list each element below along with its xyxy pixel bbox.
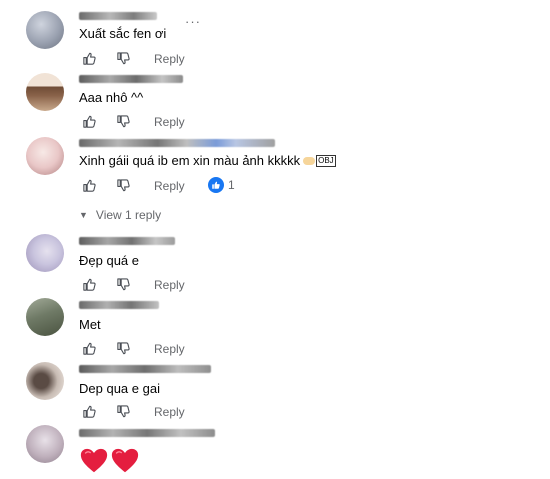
comment-actions: [79, 339, 133, 357]
avatar[interactable]: [26, 362, 64, 400]
avatar[interactable]: [26, 137, 64, 175]
reaction-number: 1: [228, 178, 235, 192]
comment-actions: [79, 49, 133, 67]
comment-actions: [79, 275, 133, 293]
comment-text: Aaa nhô ^^: [79, 90, 144, 105]
thumbs-down-icon[interactable]: [113, 49, 133, 67]
comment-actions: [79, 402, 133, 420]
comment-text: Xuất sắc fen ơi: [79, 26, 167, 41]
comment-text: Xinh gáii quá ib em xin màu ảnh kkkkk OBJ: [79, 153, 336, 168]
like-reaction-icon: [208, 177, 224, 193]
reply-button[interactable]: Reply: [154, 115, 185, 129]
comment-text: Met: [79, 317, 101, 332]
more-options-button[interactable]: ···: [185, 14, 201, 29]
thumbs-up-icon[interactable]: [79, 275, 99, 293]
thumbs-up-icon[interactable]: [79, 339, 99, 357]
thumbs-down-icon[interactable]: [113, 112, 133, 130]
comment-text-body: Xinh gáii quá ib em xin màu ảnh kkkkk: [79, 153, 301, 168]
comment-text: [79, 446, 140, 479]
chevron-down-icon: ▼: [79, 210, 88, 220]
view-replies-label: View 1 reply: [95, 208, 162, 222]
reply-button[interactable]: Reply: [154, 278, 185, 292]
author-name-blurred[interactable]: [79, 12, 157, 20]
comment-actions: [79, 112, 133, 130]
thumbs-down-icon[interactable]: [113, 275, 133, 293]
avatar[interactable]: [26, 234, 64, 272]
author-name-blurred[interactable]: [79, 75, 183, 83]
comment-text: Dep qua e gai: [79, 381, 160, 396]
author-name-blurred[interactable]: [79, 139, 275, 147]
hands-emoji-icon: [303, 157, 316, 165]
reply-button[interactable]: Reply: [154, 342, 185, 356]
reply-button[interactable]: Reply: [154, 179, 185, 193]
heart-icon: [79, 446, 109, 479]
thumbs-down-icon[interactable]: [113, 402, 133, 420]
avatar[interactable]: [26, 298, 64, 336]
thumbs-up-icon[interactable]: [79, 49, 99, 67]
thumbs-down-icon[interactable]: [113, 339, 133, 357]
reply-button[interactable]: Reply: [154, 405, 185, 419]
thumbs-up-icon[interactable]: [79, 176, 99, 194]
comment-actions: [79, 176, 133, 194]
avatar[interactable]: [26, 425, 64, 463]
heart-icon: [110, 446, 140, 479]
author-name-blurred[interactable]: [79, 301, 159, 309]
avatar[interactable]: [26, 11, 64, 49]
avatar[interactable]: [26, 73, 64, 111]
thumbs-up-icon[interactable]: [79, 112, 99, 130]
reply-button[interactable]: Reply: [154, 52, 185, 66]
reaction-count[interactable]: 1: [208, 177, 235, 193]
thumbs-down-icon[interactable]: [113, 176, 133, 194]
thumbs-up-icon[interactable]: [79, 402, 99, 420]
author-name-blurred[interactable]: [79, 365, 211, 373]
obj-placeholder-icon: OBJ: [316, 155, 336, 167]
comment-text: Đẹp quá e: [79, 253, 139, 268]
author-name-blurred[interactable]: [79, 237, 175, 245]
view-replies-link[interactable]: ▼ View 1 reply: [79, 208, 161, 222]
author-name-blurred[interactable]: [79, 429, 215, 437]
